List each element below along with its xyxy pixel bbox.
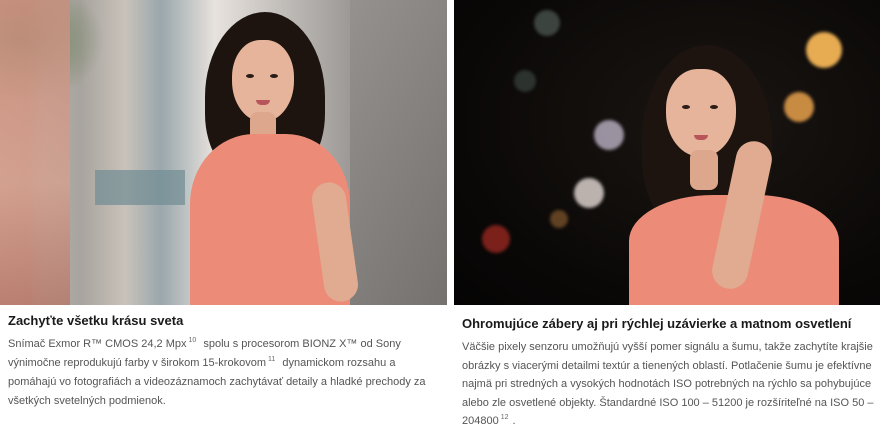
woman-outdoor-photo [0, 0, 447, 305]
background-building [0, 0, 70, 305]
model-figure [170, 12, 400, 305]
feature-section: Zachyťte všetku krásu sveta Snímač Exmor… [0, 0, 880, 427]
bokeh-light [482, 225, 510, 253]
feature-card-color: Zachyťte všetku krásu sveta Snímač Exmor… [0, 0, 447, 411]
feature-title: Zachyťte všetku krásu sveta [8, 313, 184, 328]
footnote-ref[interactable]: 11 [268, 356, 275, 363]
footnote-ref[interactable]: 12 [501, 414, 509, 421]
bokeh-light [574, 178, 604, 208]
feature-card-low-light: Ohromujúce zábery aj pri rýchlej uzávier… [454, 0, 880, 431]
bokeh-light [534, 10, 560, 36]
description-text: Väčšie pixely senzoru umožňujú vyšší pom… [462, 341, 874, 409]
description-text: 204800 [462, 415, 499, 427]
feature-description: Snímač Exmor R™ CMOS 24,2 Mpx 10 spolu s … [8, 335, 439, 411]
feature-description: Väčšie pixely senzoru umožňujú vyšší pom… [462, 338, 876, 431]
bokeh-light [514, 70, 536, 92]
bokeh-light [550, 210, 568, 228]
woman-night-photo [454, 0, 880, 305]
model-figure [624, 45, 854, 305]
footnote-ref[interactable]: 10 [189, 337, 197, 344]
feature-title: Ohromujúce zábery aj pri rýchlej uzávier… [462, 316, 852, 331]
description-text: . [512, 415, 516, 427]
bokeh-light [594, 120, 624, 150]
description-text: Snímač Exmor R™ CMOS 24,2 Mpx [8, 338, 187, 350]
